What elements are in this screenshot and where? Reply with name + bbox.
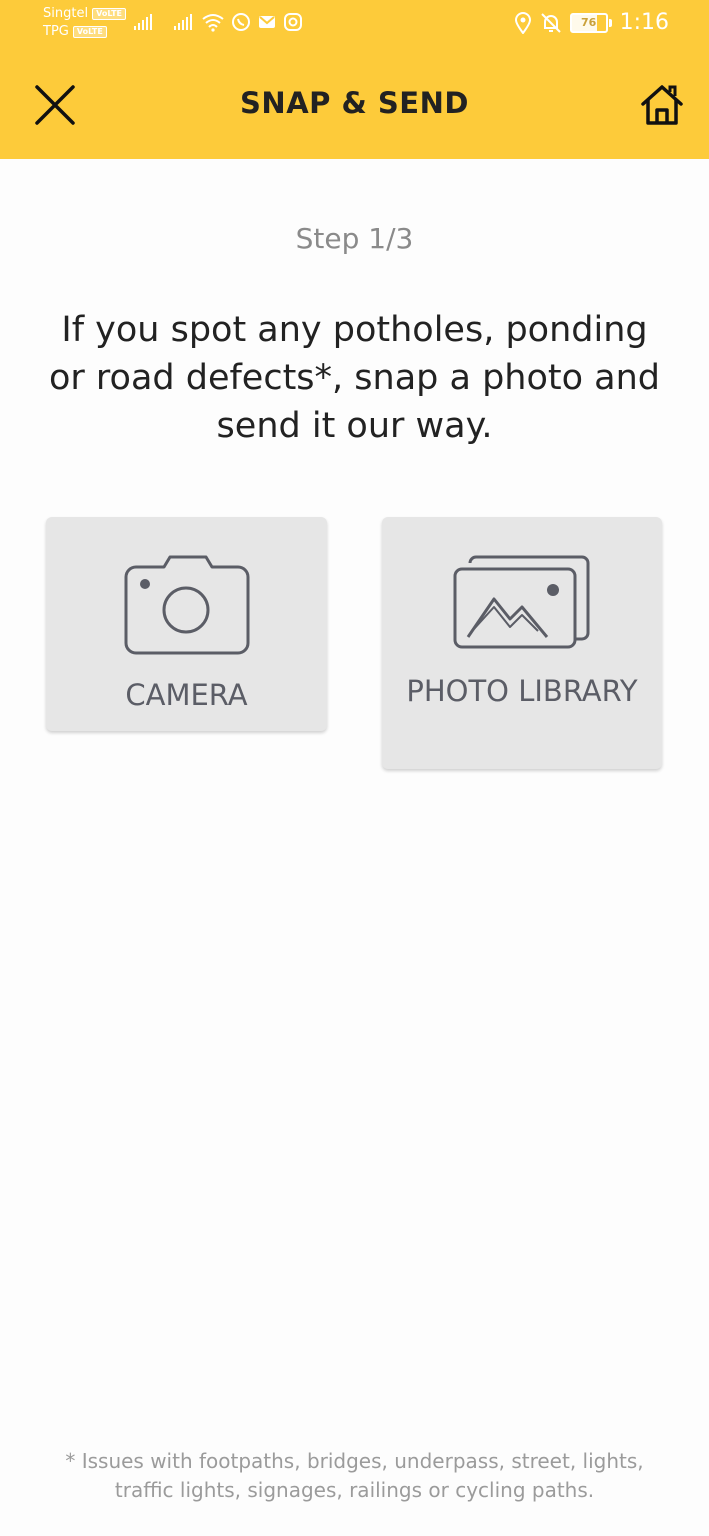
- wifi-icon: [202, 14, 224, 32]
- photo-library-icon: [453, 555, 590, 649]
- camera-option-label: CAMERA: [125, 678, 248, 712]
- location-icon: [514, 11, 531, 34]
- status-time: 1:16: [619, 10, 669, 35]
- signal-icon: [174, 14, 192, 30]
- carrier-info: Singtel VoLTE TPG VoLTE: [43, 5, 127, 41]
- battery-level: 76: [580, 15, 597, 29]
- page-title: SNAP & SEND: [240, 86, 469, 120]
- mail-icon: [259, 16, 275, 28]
- bell-off-icon: [540, 12, 561, 33]
- home-icon: [641, 85, 683, 125]
- status-icons: [133, 12, 303, 32]
- photo-library-option-label: PHOTO LIBRARY: [406, 674, 638, 708]
- instruction-text: If you spot any potholes, ponding or roa…: [48, 310, 660, 446]
- whatsapp-icon: [232, 13, 250, 31]
- photo-library-option-button[interactable]: PHOTO LIBRARY: [382, 517, 662, 769]
- volte-badge: VoLTE: [72, 26, 107, 38]
- carrier-name-2: TPG: [43, 24, 69, 39]
- signal-icon: [134, 14, 152, 30]
- footnote-text: * Issues with footpaths, bridges, underp…: [65, 1449, 644, 1502]
- step-indicator: Step 1/3: [295, 222, 414, 255]
- camera-option-button[interactable]: CAMERA: [46, 517, 327, 731]
- battery-icon: 76: [569, 12, 608, 33]
- volte-badge: VoLTE: [92, 8, 127, 20]
- status-icons-right: 76 1:16: [514, 10, 669, 35]
- carrier-name-1: Singtel: [43, 6, 89, 21]
- status-bar: Singtel VoLTE TPG VoLTE 76 1:16: [0, 0, 709, 50]
- instagram-icon: [284, 13, 302, 31]
- app-header: Singtel VoLTE TPG VoLTE 76 1:16 SNAP & S…: [0, 0, 709, 159]
- home-button[interactable]: [639, 82, 685, 128]
- camera-icon: [124, 555, 250, 655]
